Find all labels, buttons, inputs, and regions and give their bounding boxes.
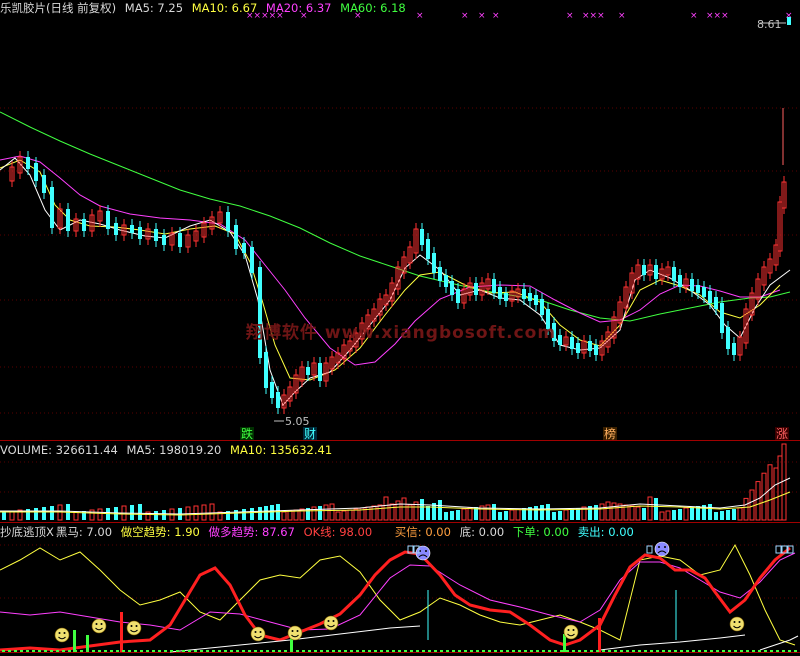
smiley-icon: [729, 616, 745, 632]
price-gridlines: [0, 107, 800, 414]
svg-text:×: ×: [492, 11, 500, 21]
volume-ma10-line: [0, 491, 791, 516]
marker-cai: 财: [304, 427, 316, 441]
svg-text:×: ×: [354, 11, 362, 21]
svg-text:×: ×: [461, 11, 469, 21]
last-candle: [787, 17, 791, 25]
frown-icon: [654, 541, 670, 557]
svg-text:×: ×: [478, 11, 486, 21]
okline-red: [0, 546, 791, 652]
watermark: 翔博软件 www.xiangbosoft.com: [246, 323, 557, 343]
smiley-icon: [563, 624, 579, 640]
svg-text:×××: ×××: [582, 11, 605, 21]
sell-box-markers: [407, 545, 794, 554]
svg-text:×: ×: [690, 11, 698, 21]
marker-bang: 榜: [604, 426, 616, 441]
svg-text:×××××: ×××××: [246, 11, 284, 21]
ma10-line: [0, 159, 781, 381]
marker-die: 跌: [241, 426, 253, 441]
svg-text:×: ×: [300, 11, 308, 21]
ma5-line: [0, 157, 791, 406]
base-white-line-2: [599, 634, 746, 651]
smiley-icon: [54, 627, 70, 643]
smiley-icon: [126, 620, 142, 636]
svg-text:×××: ×××: [706, 11, 729, 21]
svg-text:×: ×: [416, 11, 424, 21]
price-high-label: 8.61: [757, 18, 782, 31]
stock-chart-window: 乐凯胶片(日线 前复权) MA5: 7.25 MA10: 6.67 MA20: …: [0, 0, 800, 656]
volume-gridlines: [0, 461, 800, 493]
signal-cross-markers: ××××× × × × × × × × ××× × × ××× ×: [246, 11, 793, 21]
smiley-icon: [287, 625, 303, 641]
svg-text:×: ×: [566, 11, 574, 21]
smiley-icon: [250, 626, 266, 642]
volume-bars: [2, 443, 787, 521]
smiley-icon: [323, 615, 339, 631]
marker-zhang: 涨: [776, 426, 788, 441]
volume-ma5-line: [0, 477, 791, 515]
svg-text:×: ×: [618, 11, 626, 21]
smiley-icon: [91, 618, 107, 634]
